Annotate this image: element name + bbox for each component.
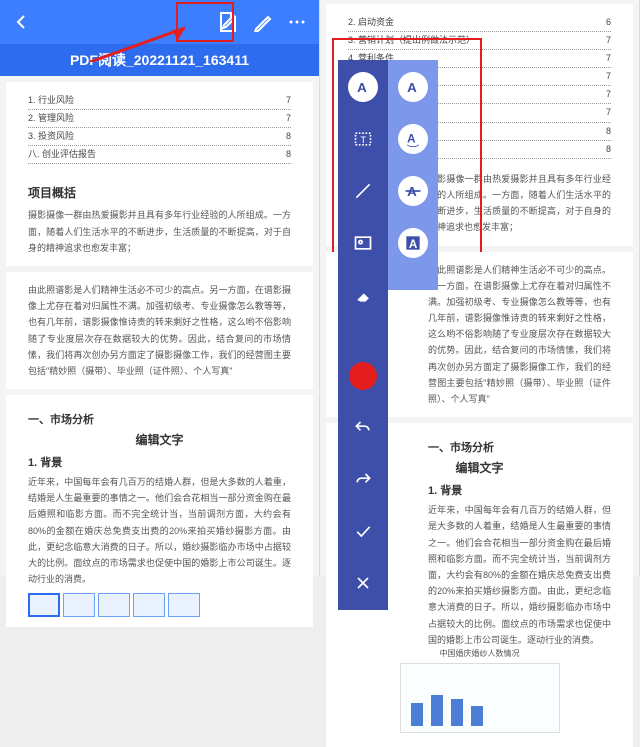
section-heading: 项目概括 <box>28 184 291 201</box>
page-toc: 1. 行业风险7 2. 管理风险7 3. 投资风险8 八. 创业评估报告8 项目… <box>6 82 313 266</box>
thumb[interactable] <box>98 593 130 617</box>
check-icon[interactable] <box>348 516 378 546</box>
screen-left: PDF阅读_20221121_163411 1. 行业风险7 2. 管理风险7 … <box>0 0 320 576</box>
subsection-heading: 1. 背景 <box>28 454 291 470</box>
chart-bar <box>471 706 483 726</box>
font-highlight-icon[interactable]: A <box>398 228 428 258</box>
svg-text:A: A <box>357 80 367 95</box>
eraser-icon[interactable] <box>348 280 378 310</box>
chart-bar <box>411 703 423 725</box>
pen-icon[interactable] <box>253 12 273 32</box>
thumb[interactable] <box>28 593 60 617</box>
app-header <box>0 0 319 44</box>
font-normal-icon[interactable]: A <box>398 72 428 102</box>
svg-text:A: A <box>409 238 418 251</box>
page-2: 由此照谱影是人们精神生活必不可少的高点。另一方面，在谱影摄像上尤存在着对归属性不… <box>6 272 313 389</box>
chart-title: 中国婚庆婚纱人数情况 <box>348 648 611 659</box>
toolbar-main: A T <box>338 60 388 610</box>
svg-text:T: T <box>361 135 367 145</box>
page-thumbnails[interactable] <box>28 593 291 617</box>
chart-bar <box>451 699 463 726</box>
undo-icon[interactable] <box>348 412 378 442</box>
textbox-icon[interactable]: T <box>348 124 378 154</box>
screen-right: 2. 启动资金6 3. 营销计划（提出例做法示范）7 4. 营利条件7 五. 风… <box>320 0 640 576</box>
body-text: 由此照谱影是人们精神生活必不可少的高点。另一方面，在谱影摄像上尤存在着对归属性不… <box>28 282 291 379</box>
font-underline-icon[interactable]: A <box>398 124 428 154</box>
line-icon[interactable] <box>348 176 378 206</box>
back-icon[interactable] <box>12 13 30 31</box>
thumb[interactable] <box>63 593 95 617</box>
more-icon[interactable] <box>287 12 307 32</box>
toolbar-text-options: A A A A <box>388 60 438 290</box>
body-text: 近年来，中国每年会有几百万的结婚人群，但是大多数的人着重，结婚是人生最重要的事情… <box>28 474 291 587</box>
chart-bar <box>431 695 443 726</box>
toc-row: 1. 行业风险7 <box>28 92 291 110</box>
thumb[interactable] <box>133 593 165 617</box>
document-title: PDF阅读_20221121_163411 <box>0 44 319 76</box>
svg-text:A: A <box>407 132 416 145</box>
edit-text-label: 编辑文字 <box>28 431 291 448</box>
text-style-icon[interactable]: A <box>348 72 378 102</box>
annotation-toolbar: A T A A A A <box>338 60 438 610</box>
font-strike-icon[interactable]: A <box>398 176 428 206</box>
bar-chart <box>400 663 560 733</box>
thumb[interactable] <box>168 593 200 617</box>
redo-icon[interactable] <box>348 464 378 494</box>
page-3: 一、市场分析 编辑文字 1. 背景 近年来，中国每年会有几百万的结婚人群，但是大… <box>6 395 313 627</box>
image-icon[interactable] <box>348 228 378 258</box>
section-heading: 一、市场分析 <box>28 411 291 427</box>
body-text: 摄影摄像一群由热爱摄影并且具有多年行业经验的人所组成。一方面，随着人们生活水平的… <box>28 207 291 256</box>
record-button[interactable] <box>349 362 377 390</box>
edit-doc-icon[interactable] <box>217 11 239 33</box>
close-icon[interactable] <box>348 568 378 598</box>
svg-text:A: A <box>407 80 417 95</box>
